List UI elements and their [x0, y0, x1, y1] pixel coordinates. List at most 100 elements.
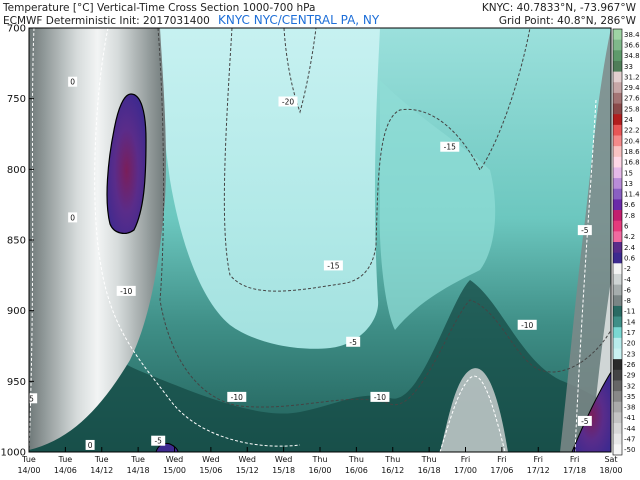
contour-label: -5	[581, 417, 589, 426]
x-tick-time: 17/12	[527, 466, 550, 475]
colorbar-swatch	[613, 284, 622, 296]
colorbar-label: -35	[624, 393, 635, 401]
colorbar-label: 34.8	[624, 52, 640, 60]
plot-area: 0 0 0 -5 -5 -5 -5 -5 -10 -10 -10 -10 -15 -15 -20	[29, 28, 611, 452]
colorbar-label: 38.4	[624, 31, 640, 39]
colorbar-swatch	[613, 50, 622, 62]
colorbar-swatch	[613, 135, 622, 147]
y-tick-label: 700	[7, 24, 26, 35]
colorbar-swatch	[613, 295, 622, 307]
colorbar-label: -41	[624, 414, 635, 422]
x-tick-day: Tue	[21, 455, 36, 464]
colorbar: 38.4 36.6 34.8 33 31.2 29.4 27.6 25.8 24 22.2 20.4…	[612, 28, 640, 456]
y-tick-label: 950	[7, 377, 26, 388]
colorbar-swatch	[613, 156, 622, 168]
cross-section-chart: 0 0 0 -5 -5 -5 -5 -5 -10 -10 -10 -10 -15 -15 -20 700 75…	[1, 24, 640, 476]
colorbar-swatch	[613, 305, 622, 317]
colorbar-swatch	[613, 103, 622, 115]
colorbar-swatch	[613, 60, 622, 72]
x-tick-day: Thu	[348, 455, 364, 464]
contour-label: -10	[231, 393, 243, 402]
contour-label: 0	[88, 441, 93, 450]
colorbar-label: 31.2	[624, 73, 640, 81]
x-tick-day: Wed	[166, 455, 183, 464]
colorbar-label: 13	[624, 180, 633, 188]
colorbar-swatch	[613, 433, 622, 445]
x-tick-day: Tue	[130, 455, 145, 464]
x-tick-day: Fri	[533, 455, 543, 464]
colorbar-label: 29.4	[624, 84, 640, 92]
x-tick-time: 17/18	[563, 466, 586, 475]
x-tick-day: Thu	[384, 455, 400, 464]
colorbar-label: -44	[624, 425, 636, 433]
colorbar-swatch	[613, 178, 622, 190]
colorbar-swatch	[613, 444, 622, 456]
x-tick-day: Fri	[461, 455, 471, 464]
colorbar-label: -47	[624, 436, 635, 444]
colorbar-label: -14	[624, 318, 636, 326]
x-tick-time: 15/18	[272, 466, 295, 475]
x-tick-time: 16/18	[418, 466, 441, 475]
contour-label: -5	[349, 338, 357, 347]
contour-label: 0	[70, 213, 75, 222]
y-tick-label: 850	[7, 236, 26, 247]
colorbar-label: -29	[624, 372, 635, 380]
contour-label: -15	[444, 143, 456, 152]
contour-label: -10	[521, 321, 533, 330]
colorbar-label: -50	[624, 446, 635, 454]
colorbar-swatch	[613, 273, 622, 285]
colorbar-swatch	[613, 29, 622, 41]
colorbar-swatch	[613, 220, 622, 232]
colorbar-swatch	[613, 391, 622, 403]
colorbar-label: -38	[624, 404, 635, 412]
x-tick-time: 17/00	[454, 466, 477, 475]
colorbar-label: -4	[624, 276, 632, 284]
colorbar-label: 27.6	[624, 95, 640, 103]
colorbar-label: -26	[624, 361, 636, 369]
colorbar-swatch	[613, 114, 622, 126]
x-tick-time: 16/12	[381, 466, 404, 475]
colorbar-swatch	[613, 327, 622, 339]
colorbar-label: 24	[624, 116, 633, 124]
colorbar-label: 20.4	[624, 137, 640, 145]
colorbar-swatch	[613, 337, 622, 349]
x-tick-time: 16/06	[345, 466, 368, 475]
colorbar-label: -6	[624, 286, 632, 294]
colorbar-swatch	[613, 348, 622, 360]
colorbar-label: -20	[624, 340, 635, 348]
x-tick-time: 14/06	[54, 466, 77, 475]
colorbar-swatch	[613, 71, 622, 83]
colorbar-label: -2	[624, 265, 631, 273]
colorbar-label: -23	[624, 350, 635, 358]
contour-label: -10	[374, 393, 386, 402]
colorbar-label: 4.2	[624, 233, 635, 241]
contour-label: -10	[120, 287, 132, 296]
colorbar-swatch	[613, 316, 622, 328]
colorbar-swatch	[613, 423, 622, 435]
colorbar-swatch	[613, 39, 622, 51]
colorbar-label: 6	[624, 223, 629, 231]
x-tick-time: 14/12	[90, 466, 113, 475]
colorbar-label: 18.6	[624, 148, 640, 156]
x-tick-day: Thu	[311, 455, 327, 464]
colorbar-label: 25.8	[624, 105, 640, 113]
y-tick-label: 750	[7, 94, 26, 105]
x-tick-day: Thu	[421, 455, 437, 464]
colorbar-swatch	[613, 210, 622, 222]
colorbar-swatch	[613, 124, 622, 136]
x-tick-time: 17/06	[490, 466, 513, 475]
x-tick-time: 14/00	[17, 466, 40, 475]
colorbar-swatch	[613, 146, 622, 158]
contour-label: -5	[581, 226, 589, 235]
colorbar-label: 16.8	[624, 159, 640, 167]
colorbar-label: -11	[624, 308, 635, 316]
colorbar-label: -8	[624, 297, 631, 305]
contour-label: -5	[154, 437, 162, 446]
x-tick-time: 14/18	[127, 466, 150, 475]
colorbar-swatch	[613, 369, 622, 381]
colorbar-label: 2.4	[624, 244, 636, 252]
colorbar-label: 33	[624, 63, 633, 71]
colorbar-swatch	[613, 263, 622, 275]
x-tick-time: 18/00	[599, 466, 622, 475]
x-tick-time: 16/00	[308, 466, 331, 475]
